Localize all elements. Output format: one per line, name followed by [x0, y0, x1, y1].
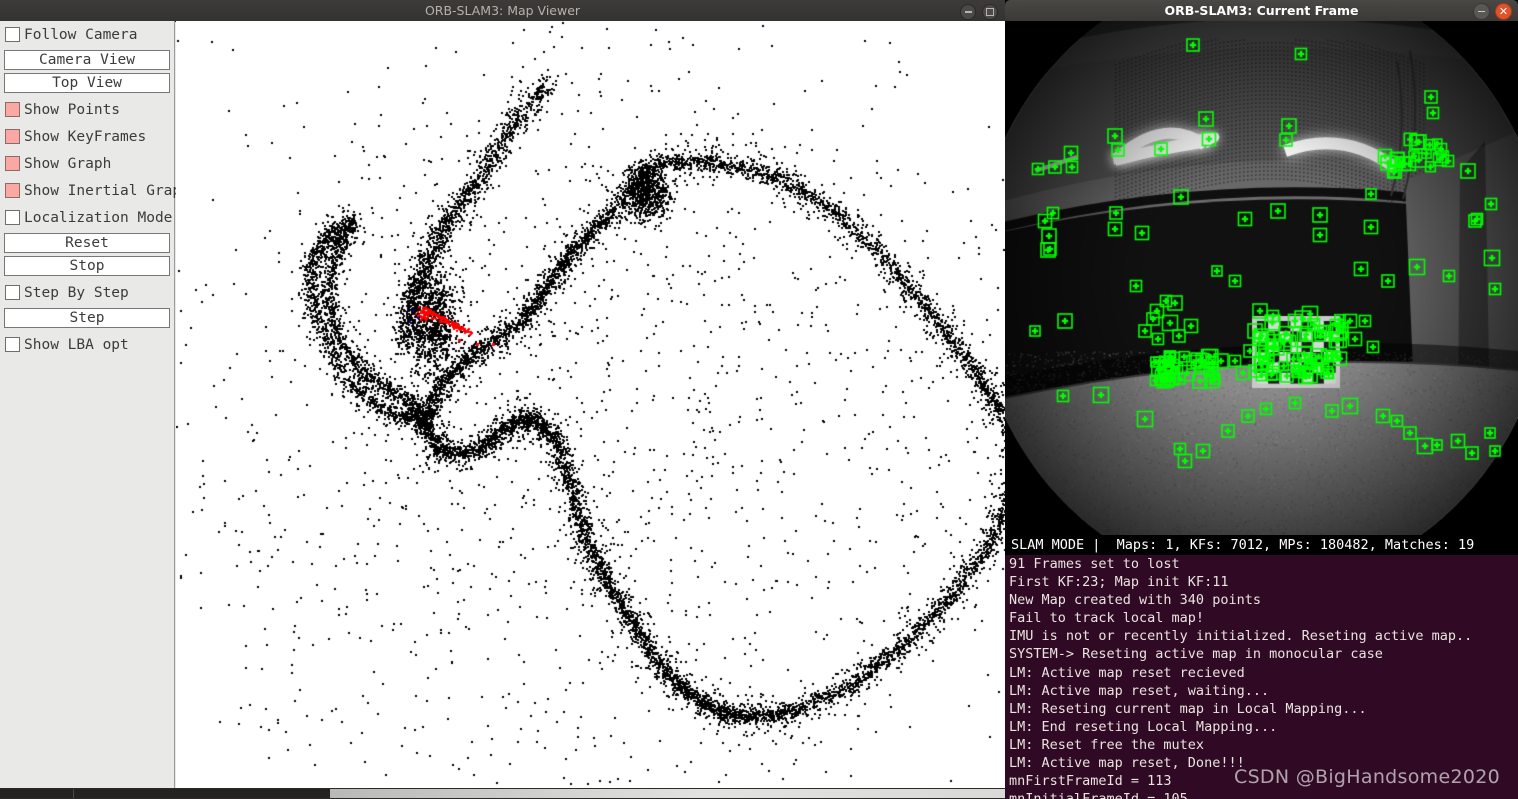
checkbox-box-show-lba-opt[interactable]: [5, 337, 20, 352]
current-frame-title: ORB-SLAM3: Current Frame: [1164, 3, 1359, 18]
map-viewer-canvas[interactable]: [176, 21, 1005, 788]
map-viewer-titlebar[interactable]: ORB-SLAM3: Map Viewer: [0, 0, 1005, 22]
log-line: New Map created with 340 points: [1009, 592, 1261, 609]
checkbox-box-follow-camera[interactable]: [5, 27, 20, 42]
taskbar-divider: [73, 789, 74, 798]
map-viewer-title: ORB-SLAM3: Map Viewer: [424, 3, 581, 18]
checkbox-box-show-inertial-graph[interactable]: [5, 183, 20, 198]
maximize-icon[interactable]: [982, 4, 998, 20]
checkbox-label-show-graph: Show Graph: [24, 155, 112, 172]
horizontal-scrollbar[interactable]: [330, 789, 1005, 798]
checkbox-box-show-graph[interactable]: [5, 156, 20, 171]
log-line: IMU is not or recently initialized. Rese…: [1009, 628, 1473, 645]
minimize-icon[interactable]: [1473, 3, 1490, 20]
checkbox-step-by-step[interactable]: Step By Step: [0, 279, 174, 306]
checkbox-localization-mode[interactable]: Localization Mode: [0, 204, 174, 231]
console-log: 91 Frames set to lost First KF:23; Map in…: [1005, 555, 1518, 799]
checkbox-label-follow-camera: Follow Camera: [24, 26, 138, 43]
button-top-view[interactable]: Top View: [4, 73, 170, 93]
button-reset[interactable]: Reset: [4, 233, 170, 253]
checkbox-box-step-by-step[interactable]: [5, 285, 20, 300]
log-line: mnFirstFrameId = 113: [1009, 773, 1172, 790]
button-stop[interactable]: Stop: [4, 256, 170, 276]
checkbox-label-show-lba-opt: Show LBA opt: [24, 336, 129, 353]
log-line: LM: Reseting current map in Local Mappin…: [1009, 700, 1367, 717]
checkbox-show-lba-opt[interactable]: Show LBA opt: [0, 331, 174, 358]
log-line: LM: Active map reset, waiting...: [1009, 682, 1270, 699]
checkbox-box-localization-mode[interactable]: [5, 210, 20, 225]
checkbox-label-localization-mode: Localization Mode: [24, 209, 173, 226]
map-viewer-window-buttons: [960, 4, 998, 20]
log-line: 91 Frames set to lost: [1009, 556, 1180, 572]
checkbox-box-show-points[interactable]: [5, 102, 20, 117]
button-step[interactable]: Step: [4, 308, 170, 328]
taskbar-left[interactable]: [0, 789, 330, 798]
slam-status-text: SLAM MODE | Maps: 1, KFs: 7012, MPs: 180…: [1011, 537, 1475, 553]
slam-status-bar: SLAM MODE | Maps: 1, KFs: 7012, MPs: 180…: [1005, 536, 1518, 555]
checkbox-show-inertial-graph[interactable]: Show Inertial Graph: [0, 177, 190, 204]
checkbox-label-show-inertial-graph: Show Inertial Graph: [24, 182, 190, 199]
checkbox-show-graph[interactable]: Show Graph: [0, 150, 174, 177]
close-icon[interactable]: ✕: [1495, 3, 1512, 20]
log-line: First KF:23; Map init KF:11: [1009, 574, 1229, 591]
checkbox-box-show-keyframes[interactable]: [5, 129, 20, 144]
button-camera-view[interactable]: Camera View: [4, 50, 170, 70]
checkbox-label-show-points: Show Points: [24, 101, 121, 118]
checkbox-show-keyframes[interactable]: Show KeyFrames: [0, 123, 174, 150]
log-line: LM: Reset free the mutex: [1009, 736, 1205, 753]
log-line: Fail to track local map!: [1009, 610, 1205, 627]
minimize-icon[interactable]: [960, 4, 976, 20]
log-line: LM: End reseting Local Mapping...: [1009, 718, 1278, 735]
current-frame-window-buttons: ✕: [1473, 3, 1512, 20]
current-frame-window: ORB-SLAM3: Current Frame ✕ SLAM MODE | M…: [1005, 0, 1518, 799]
checkbox-label-show-keyframes: Show KeyFrames: [24, 128, 147, 145]
log-line: mnInitialFrameId = 105: [1005, 790, 1518, 799]
log-line: SYSTEM-> Reseting active map in monocula…: [1009, 646, 1383, 663]
checkbox-show-points[interactable]: Show Points: [0, 96, 174, 123]
map-viewer-control-panel: Follow Camera Camera View Top View Show Poi…: [0, 21, 190, 788]
checkbox-label-step-by-step: Step By Step: [24, 284, 129, 301]
checkbox-follow-camera[interactable]: Follow Camera: [0, 21, 174, 48]
log-line: LM: Active map reset recieved: [1009, 664, 1245, 681]
map-viewer-window: ORB-SLAM3: Map Viewer Follow Camera Camer…: [0, 0, 1005, 799]
orbslam3-desktop: ORB-SLAM3: Map Viewer Follow Camera Camer…: [0, 0, 1518, 799]
current-frame-image: [1005, 21, 1518, 535]
log-line: LM: Active map reset, Done!!!: [1009, 755, 1245, 772]
current-frame-titlebar[interactable]: ORB-SLAM3: Current Frame ✕: [1005, 0, 1518, 22]
